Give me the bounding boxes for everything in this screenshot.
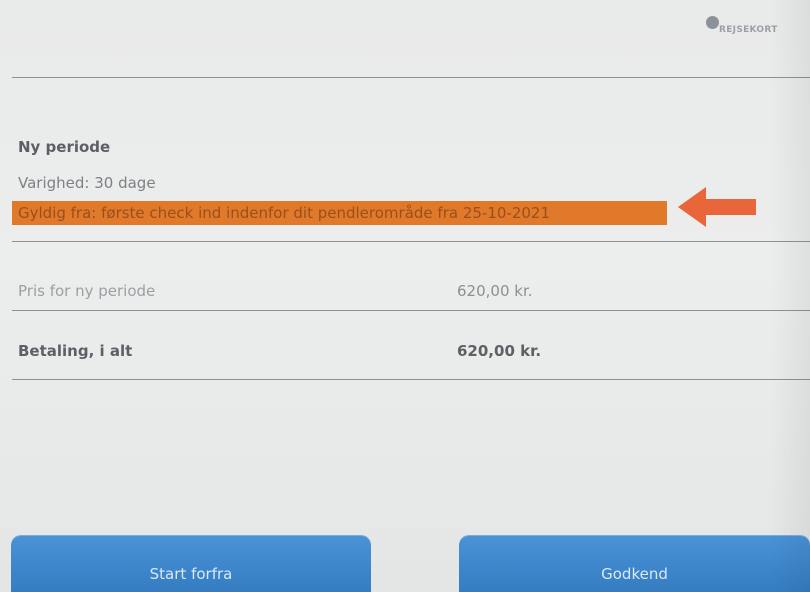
arrow-left-icon xyxy=(678,187,756,227)
logo-text: REJSEKORT xyxy=(719,25,778,35)
divider xyxy=(12,241,810,242)
rejsekort-logo-icon xyxy=(706,16,719,29)
divider xyxy=(12,77,810,78)
total-label: Betaling, i alt xyxy=(18,342,133,360)
start-over-button[interactable]: Start forfra xyxy=(11,535,371,592)
period-title: Ny periode xyxy=(18,138,111,156)
rejsekort-logo: REJSEKORT xyxy=(706,14,778,35)
valid-from-text: Gyldig fra: første check ind indenfor di… xyxy=(18,204,550,222)
divider xyxy=(12,310,810,311)
price-label: Pris for ny periode xyxy=(18,282,156,300)
approve-button[interactable]: Godkend xyxy=(459,535,810,592)
divider xyxy=(12,379,810,380)
period-duration: Varighed: 30 dage xyxy=(18,174,156,192)
ticket-machine-screen: REJSEKORT Ny periode Varighed: 30 dage G… xyxy=(0,0,810,592)
total-value: 620,00 kr. xyxy=(457,342,542,360)
price-value: 620,00 kr. xyxy=(457,282,533,300)
